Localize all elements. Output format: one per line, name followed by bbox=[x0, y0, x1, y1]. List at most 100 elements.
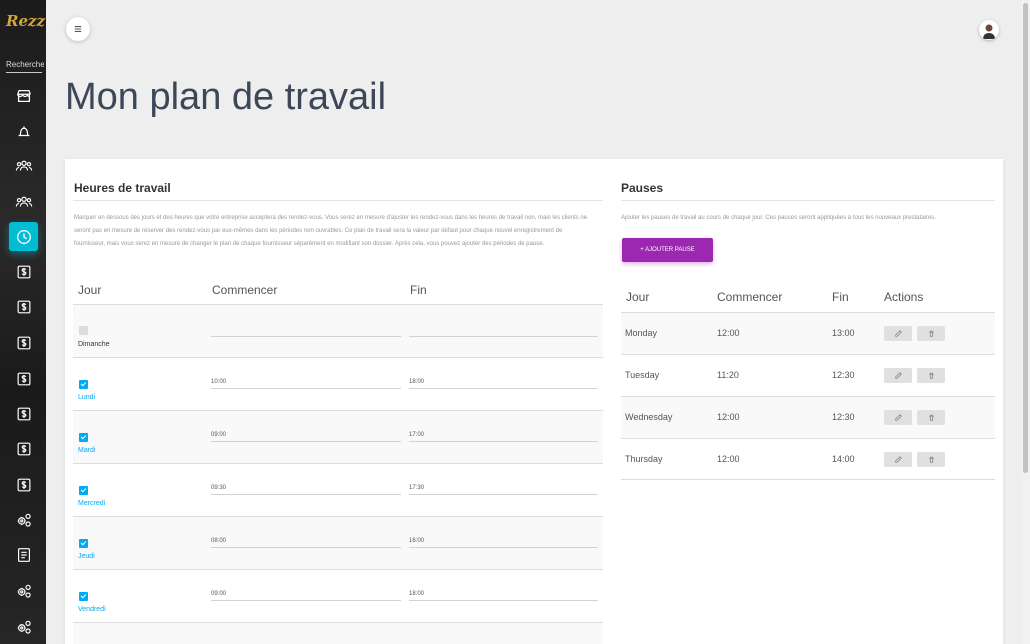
table-row: Vendredi 09:00 18:00 bbox=[73, 569, 603, 622]
end-time-input[interactable]: 17:00 bbox=[409, 432, 598, 442]
day-checkbox[interactable] bbox=[79, 539, 88, 548]
trash-icon bbox=[928, 372, 934, 379]
add-pause-button[interactable]: + AJOUTER PAUSE bbox=[622, 238, 713, 262]
sidebar-item-store[interactable] bbox=[9, 81, 38, 110]
table-row: Jeudi 08:00 16:00 bbox=[73, 516, 603, 569]
brand-logo[interactable]: Rezz bbox=[6, 12, 45, 30]
divider bbox=[621, 200, 995, 201]
gears-icon bbox=[17, 584, 31, 598]
sidebar-item-billing-4[interactable] bbox=[9, 364, 38, 393]
table-row: Wednesday 12:00 12:30 bbox=[621, 396, 995, 438]
end-time-input[interactable]: 16:00 bbox=[409, 538, 598, 548]
day-checkbox[interactable] bbox=[79, 326, 88, 335]
pause-end: 13:00 bbox=[832, 328, 855, 338]
sidebar-item-work-plan[interactable] bbox=[9, 222, 38, 251]
edit-pause-button[interactable] bbox=[884, 326, 912, 341]
col-header-end: Fin bbox=[410, 283, 427, 297]
day-checkbox[interactable] bbox=[79, 380, 88, 389]
sidebar-item-billing-5[interactable] bbox=[9, 399, 38, 428]
dollar-icon bbox=[17, 442, 30, 455]
pause-start: 12:00 bbox=[717, 328, 740, 338]
trash-icon bbox=[928, 414, 934, 421]
col-header-day: Jour bbox=[78, 283, 102, 297]
work-hours-description: Marquer en dessous des jours et des heur… bbox=[74, 215, 588, 247]
col-header-start: Commencer bbox=[717, 290, 783, 304]
trash-icon bbox=[928, 330, 934, 337]
scrollbar-thumb[interactable] bbox=[1023, 3, 1028, 473]
edit-pause-button[interactable] bbox=[884, 410, 912, 425]
sidebar-item-billing-1[interactable] bbox=[9, 257, 38, 286]
work-hours-title: Heures de travail bbox=[74, 181, 171, 195]
edit-pause-button[interactable] bbox=[884, 368, 912, 383]
day-label: Mardi bbox=[78, 447, 96, 454]
page-title: Mon plan de travail bbox=[65, 76, 387, 118]
start-time-input[interactable]: 09:00 bbox=[211, 591, 401, 601]
pause-end: 12:30 bbox=[832, 370, 855, 380]
sidebar-item-settings-1[interactable] bbox=[9, 505, 38, 534]
book-icon bbox=[17, 547, 30, 562]
start-time-input[interactable] bbox=[211, 327, 401, 337]
pause-day: Wednesday bbox=[625, 412, 673, 422]
end-time-input[interactable]: 17:30 bbox=[409, 485, 598, 495]
sidebar-item-settings-2[interactable] bbox=[9, 576, 38, 605]
delete-pause-button[interactable] bbox=[917, 452, 945, 467]
edit-pause-button[interactable] bbox=[884, 452, 912, 467]
sidebar-item-billing-3[interactable] bbox=[9, 328, 38, 357]
start-time-input[interactable]: 09:30 bbox=[211, 485, 401, 495]
sidebar-item-billing-7[interactable] bbox=[9, 470, 38, 499]
sidebar-item-journal[interactable] bbox=[9, 540, 38, 569]
sidebar-item-customers[interactable] bbox=[9, 151, 38, 180]
work-plan-card: Heures de travail Marquer en dessous des… bbox=[65, 159, 1003, 644]
day-label: Vendredi bbox=[78, 606, 106, 613]
pause-day: Tuesday bbox=[625, 370, 660, 380]
start-time-input[interactable]: 09:00 bbox=[211, 432, 401, 442]
delete-pause-button[interactable] bbox=[917, 410, 945, 425]
edit-icon bbox=[894, 372, 902, 379]
edit-icon bbox=[894, 330, 902, 337]
col-header-end: Fin bbox=[832, 290, 849, 304]
pause-day: Thursday bbox=[625, 454, 663, 464]
col-header-actions: Actions bbox=[884, 290, 924, 304]
day-checkbox[interactable] bbox=[79, 433, 88, 442]
end-time-input[interactable]: 18:00 bbox=[409, 591, 598, 601]
pauses-description: Ajouter les pauses de travail au cours d… bbox=[621, 215, 936, 221]
pause-day: Monday bbox=[625, 328, 658, 338]
divider bbox=[73, 200, 603, 201]
sidebar-item-settings-3[interactable] bbox=[9, 612, 38, 641]
sidebar-item-providers[interactable] bbox=[9, 187, 38, 216]
avatar-icon bbox=[983, 24, 995, 39]
table-row: Monday 12:00 13:00 bbox=[621, 312, 995, 354]
pauses-title: Pauses bbox=[621, 181, 664, 195]
dollar-icon bbox=[17, 336, 30, 349]
table-row: Thursday 12:00 14:00 bbox=[621, 438, 995, 480]
gears-icon bbox=[17, 513, 31, 527]
bell-icon bbox=[18, 126, 29, 136]
day-label: Mercredi bbox=[78, 500, 106, 507]
dollar-icon bbox=[17, 478, 30, 491]
pause-end: 14:00 bbox=[832, 454, 855, 464]
sidebar-item-billing-2[interactable] bbox=[9, 292, 38, 321]
sidebar-item-notifications[interactable] bbox=[9, 116, 38, 145]
table-row: Lundi 10:00 18:00 bbox=[73, 357, 603, 410]
delete-pause-button[interactable] bbox=[917, 368, 945, 383]
sidebar-item-billing-6[interactable] bbox=[9, 434, 38, 463]
store-icon bbox=[16, 89, 31, 102]
user-avatar[interactable] bbox=[979, 20, 999, 40]
dollar-icon bbox=[17, 265, 30, 278]
users-icon bbox=[15, 160, 32, 171]
start-time-input[interactable]: 08:00 bbox=[211, 538, 401, 548]
delete-pause-button[interactable] bbox=[917, 326, 945, 341]
day-checkbox[interactable] bbox=[79, 486, 88, 495]
end-time-input[interactable]: 18:00 bbox=[409, 379, 598, 389]
end-time-input[interactable] bbox=[409, 327, 598, 337]
day-checkbox[interactable] bbox=[79, 592, 88, 601]
sidebar-search[interactable]: Recherche bbox=[6, 60, 44, 69]
col-header-start: Commencer bbox=[212, 283, 278, 297]
start-time-input[interactable]: 10:00 bbox=[211, 379, 401, 389]
page-scrollbar[interactable] bbox=[1021, 0, 1030, 644]
table-row bbox=[73, 622, 603, 644]
users-icon bbox=[15, 196, 32, 207]
table-row: Mercredi 09:30 17:30 bbox=[73, 463, 603, 516]
trash-icon bbox=[928, 456, 934, 463]
menu-toggle-button[interactable] bbox=[66, 17, 90, 41]
